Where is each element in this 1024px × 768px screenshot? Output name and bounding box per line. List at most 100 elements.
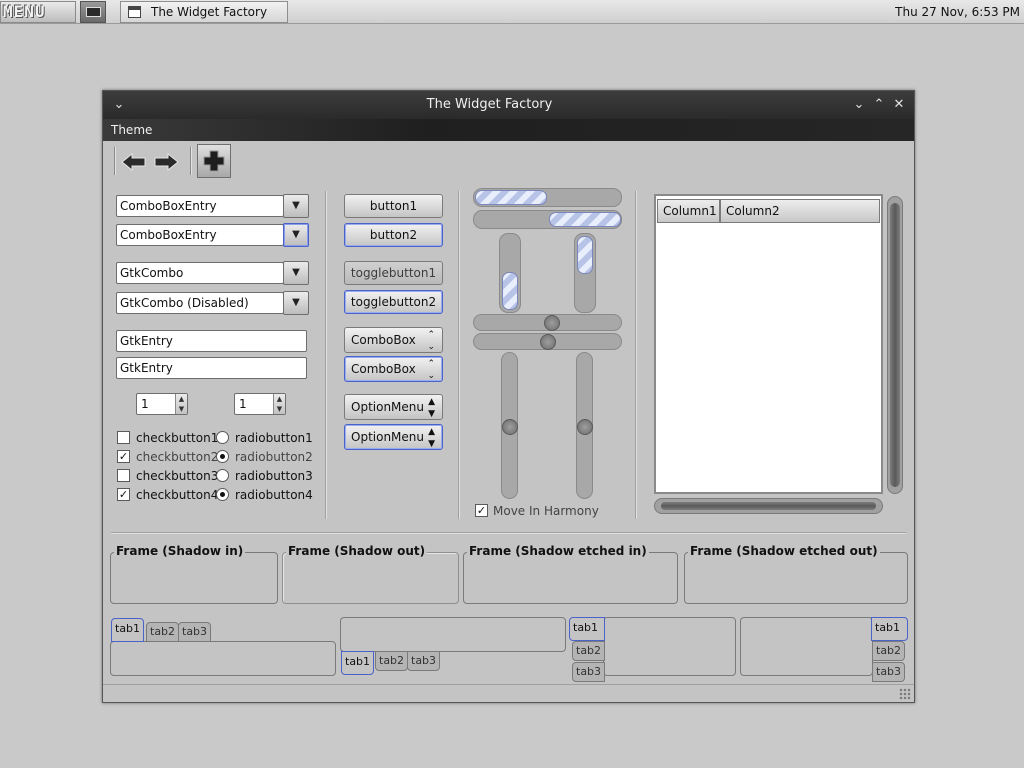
optionmenu-1[interactable]: OptionMenu ▲ ▼ [344, 394, 443, 420]
button1[interactable]: button1 [344, 194, 443, 218]
menu-theme[interactable]: Theme [111, 119, 152, 141]
radio-1[interactable] [216, 431, 229, 444]
togglebutton1[interactable]: togglebutton1 [344, 261, 443, 285]
move-in-harmony-check[interactable]: ✓ Move In Harmony [475, 504, 615, 520]
gtkentry-1-input[interactable]: GtkEntry [116, 330, 307, 352]
horizontal-scrollbar-thumb[interactable] [661, 502, 876, 510]
vscale-2[interactable] [576, 352, 593, 499]
checkbutton-2[interactable]: ✓ checkbutton2 [117, 450, 219, 466]
button2[interactable]: button2 [344, 223, 443, 247]
hscale-2[interactable] [473, 333, 622, 350]
gtkentry-2-input[interactable]: GtkEntry [116, 357, 307, 379]
monitor-icon [86, 7, 101, 17]
notebook-left [603, 617, 736, 676]
hscale-1-knob[interactable] [544, 315, 560, 331]
checkbutton-2-label: checkbutton2 [136, 450, 219, 464]
checkbox-3[interactable] [117, 469, 130, 482]
frame-shadow-etched-out-label: Frame (Shadow etched out) [688, 544, 880, 558]
progressbar-1-fill [475, 190, 547, 205]
combobox-1[interactable]: ComboBox ⌃ ⌄ [344, 327, 443, 353]
main-menu-button[interactable]: MENU [0, 1, 76, 23]
vertical-progressbar-1-fill [502, 272, 518, 310]
close-icon[interactable]: ✕ [890, 95, 908, 115]
spinbutton-1-arrows-icon[interactable]: ▲ ▼ [175, 394, 187, 414]
clock[interactable]: Thu 27 Nov, 6:53 PM [895, 0, 1020, 24]
notebook-top-tab2[interactable]: tab2 [146, 622, 180, 642]
notebook-left-tab1[interactable]: tab1 [569, 617, 605, 641]
combobox-1-label: ComboBox [351, 333, 416, 347]
comboboxentry-2-chevron-down-icon[interactable]: ▼ [283, 223, 309, 247]
statusbar [103, 684, 914, 702]
checkbutton-3[interactable]: checkbutton3 [117, 469, 219, 485]
combobox-2[interactable]: ComboBox ⌃ ⌄ [344, 356, 443, 382]
hscale-2-knob[interactable] [540, 334, 556, 350]
notebook-bottom-tab2[interactable]: tab2 [375, 651, 409, 671]
notebook-top-tab3[interactable]: tab3 [178, 622, 212, 642]
back-arrow-icon [121, 152, 146, 172]
move-in-harmony-checkbox[interactable]: ✓ [475, 504, 488, 517]
column-header-1[interactable]: Column1 [657, 199, 720, 223]
resize-grip-icon[interactable] [899, 688, 911, 700]
horizontal-scrollbar[interactable] [654, 498, 883, 514]
notebook-bottom-tab1[interactable]: tab1 [341, 651, 375, 675]
checkbutton-1-label: checkbutton1 [136, 431, 219, 445]
spinbutton-2-arrows-icon[interactable]: ▲ ▼ [273, 394, 285, 414]
progressbar-2-fill [549, 212, 621, 227]
radio-4[interactable] [216, 488, 229, 501]
forward-button[interactable] [151, 148, 181, 176]
togglebutton2[interactable]: togglebutton2 [344, 290, 443, 314]
radiobutton-3[interactable]: radiobutton3 [216, 469, 316, 485]
gtkcombo-disabled-input: GtkCombo (Disabled) [116, 292, 284, 314]
radiobutton-4[interactable]: radiobutton4 [216, 488, 316, 504]
vscale-1[interactable] [501, 352, 518, 499]
top-panel: MENU The Widget Factory Thu 27 Nov, 6:53… [0, 0, 1024, 24]
vertical-scrollbar-thumb[interactable] [890, 203, 900, 487]
show-desktop-button[interactable] [80, 1, 106, 23]
spinbutton-1-value: 1 [141, 397, 149, 411]
checkbutton-3-label: checkbutton3 [136, 469, 219, 483]
maximize-icon[interactable]: ⌃ [870, 95, 888, 115]
back-button[interactable] [119, 148, 149, 176]
optionmenu-2-label: OptionMenu [351, 430, 424, 444]
optionmenu-2[interactable]: OptionMenu ▲ ▼ [344, 424, 443, 450]
notebook-right-tab3[interactable]: tab3 [872, 662, 906, 682]
column-header-2[interactable]: Column2 [720, 199, 880, 223]
checkbutton-1[interactable]: checkbutton1 [117, 431, 219, 447]
notebook-left-tab2[interactable]: tab2 [572, 641, 606, 661]
comboboxentry-2-input[interactable]: ComboBoxEntry [116, 224, 284, 246]
checkbox-1[interactable] [117, 431, 130, 444]
notebook-left-tab3[interactable]: tab3 [572, 662, 606, 682]
spinbutton-1[interactable]: 1 ▲ ▼ [136, 393, 188, 415]
toolbar-handle[interactable] [114, 147, 116, 175]
checkbox-4[interactable]: ✓ [117, 488, 130, 501]
vertical-scrollbar[interactable] [887, 196, 903, 494]
vscale-2-knob[interactable] [577, 419, 593, 435]
minimize-icon[interactable]: ⌄ [850, 95, 868, 115]
radio-3[interactable] [216, 469, 229, 482]
notebook-bottom [340, 617, 566, 652]
notebook-bottom-tab3[interactable]: tab3 [407, 651, 441, 671]
gtkcombo-chevron-down-icon[interactable]: ▼ [283, 261, 309, 285]
checkbutton-4[interactable]: ✓ checkbutton4 [117, 488, 219, 504]
comboboxentry-1-chevron-down-icon[interactable]: ▼ [283, 194, 309, 218]
treeview[interactable]: Column1 Column2 [654, 194, 883, 494]
notebook-right-tab2[interactable]: tab2 [872, 641, 906, 661]
checkbox-2[interactable]: ✓ [117, 450, 130, 463]
radiobutton-1[interactable]: radiobutton1 [216, 431, 316, 447]
notebook-right-tab1[interactable]: tab1 [871, 617, 908, 641]
gtkcombo-input[interactable]: GtkCombo [116, 262, 284, 284]
add-button[interactable] [197, 144, 231, 178]
progressbar-2 [473, 210, 622, 229]
frame-shadow-in [110, 552, 278, 604]
window-titlebar[interactable]: ⌄ The Widget Factory ⌄ ⌃ ✕ [103, 91, 914, 119]
vscale-1-knob[interactable] [502, 419, 518, 435]
checkbutton-4-label: checkbutton4 [136, 488, 219, 502]
radiobutton-2[interactable]: radiobutton2 [216, 450, 316, 466]
hscale-1[interactable] [473, 314, 622, 331]
spinbutton-2[interactable]: 1 ▲ ▼ [234, 393, 286, 415]
comboboxentry-1-input[interactable]: ComboBoxEntry [116, 195, 284, 217]
notebook-right [740, 617, 873, 676]
notebook-top-tab1[interactable]: tab1 [111, 618, 145, 642]
radio-2[interactable] [216, 450, 229, 463]
taskbar-window-button[interactable]: The Widget Factory [120, 1, 288, 23]
